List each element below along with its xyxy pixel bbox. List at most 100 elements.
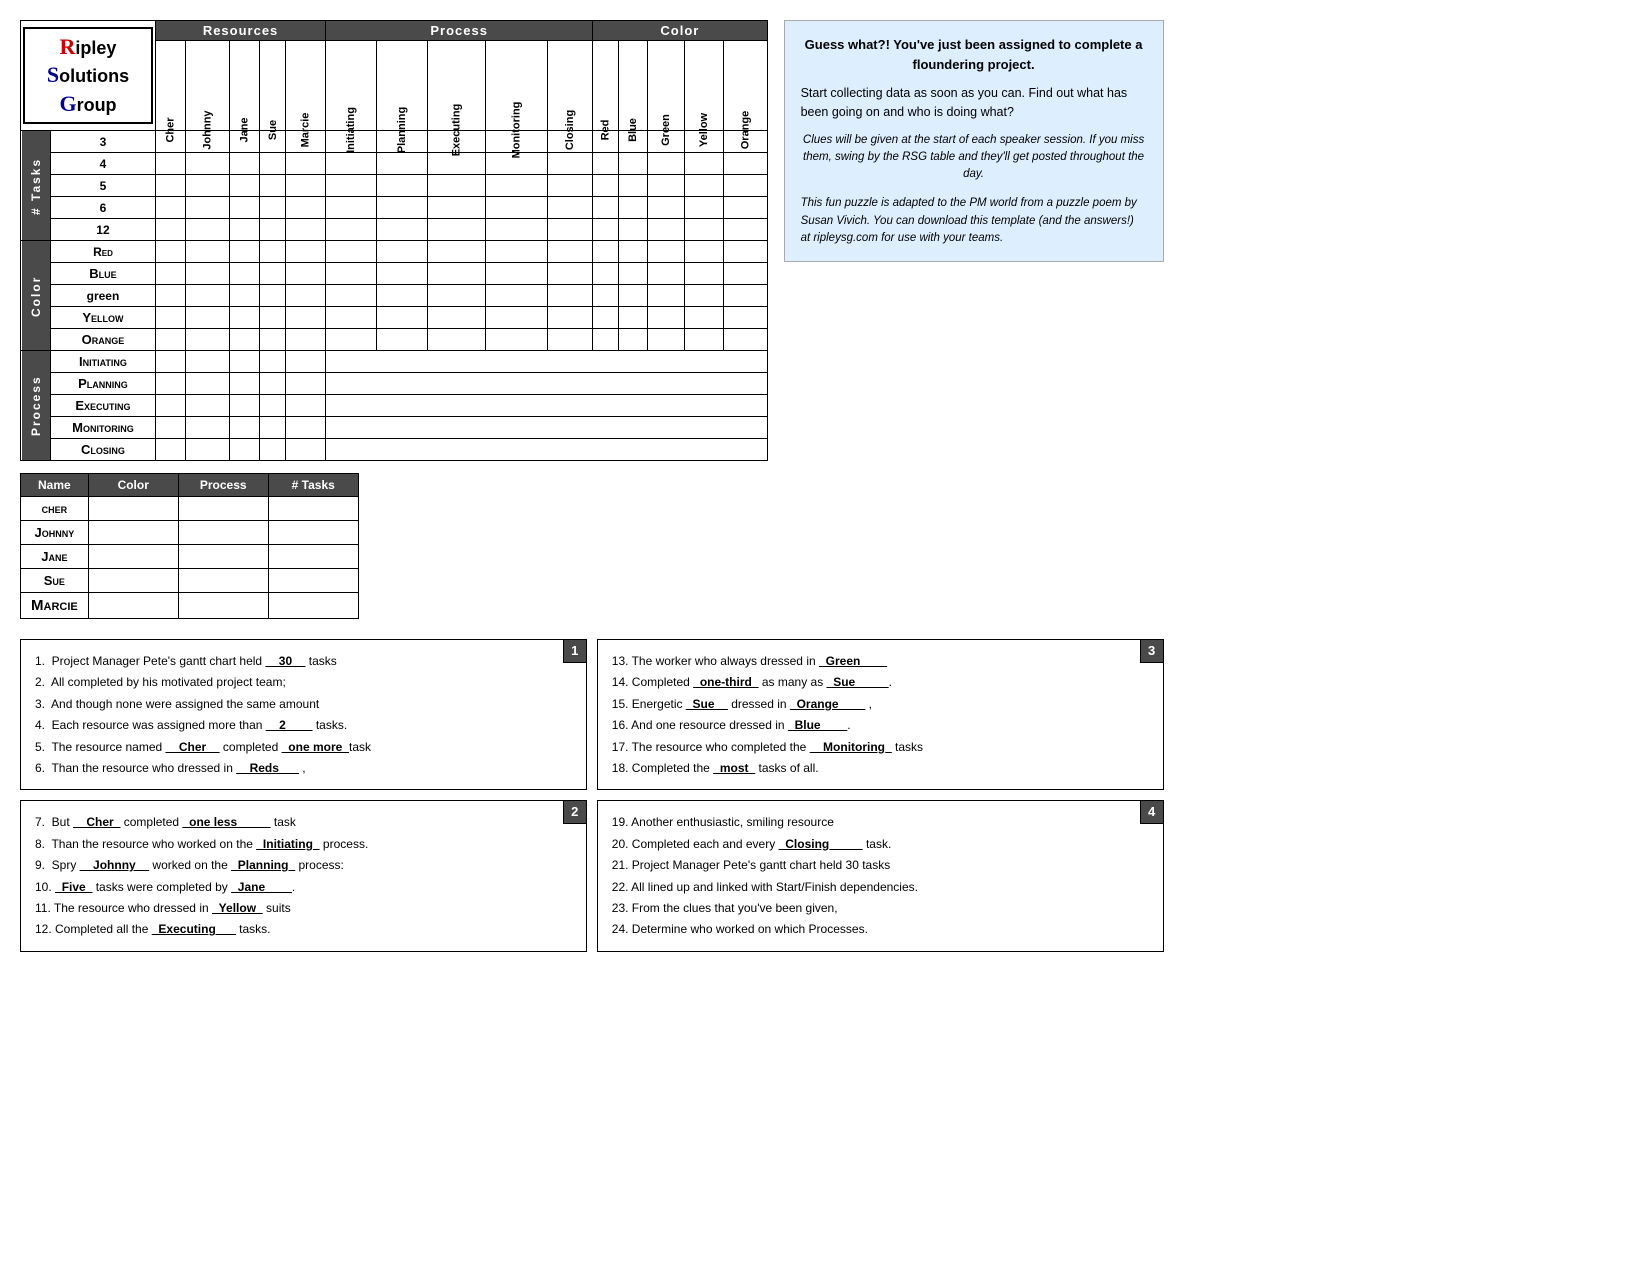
- cell: [326, 175, 377, 197]
- row-label-3: 3: [50, 131, 155, 153]
- clue-number-4: 4: [1140, 800, 1164, 824]
- table-row: Executing: [21, 395, 768, 417]
- cell: [286, 329, 326, 351]
- cell: [156, 395, 186, 417]
- cell: [230, 285, 260, 307]
- cell: [619, 329, 648, 351]
- info-box: Guess what?! You've just been assigned t…: [784, 20, 1164, 262]
- summary-name-jane: Jane: [21, 545, 89, 569]
- summary-row-marcie: Marcie: [21, 593, 359, 619]
- cell: [376, 219, 427, 241]
- header-resources: Resources: [156, 21, 326, 41]
- col-orange: Orange: [724, 41, 768, 131]
- col-marcie: Marcie: [286, 41, 326, 131]
- cell: [724, 219, 768, 241]
- logo-r: R: [60, 34, 76, 59]
- row-label-planning: Planning: [50, 373, 155, 395]
- cell: [547, 241, 592, 263]
- summary-color-jane: [88, 545, 178, 569]
- table-row: 4: [21, 153, 768, 175]
- summary-row-johnny: Johnny: [21, 521, 359, 545]
- logo: Ripley Solutions Group: [23, 27, 153, 125]
- cell: [485, 175, 547, 197]
- summary-color-johnny: [88, 521, 178, 545]
- cell: [260, 197, 286, 219]
- cell: [485, 285, 547, 307]
- cell: [428, 175, 486, 197]
- header-color: Color: [593, 21, 767, 41]
- cell: [619, 153, 648, 175]
- cell: [619, 307, 648, 329]
- clue-line: 9. Spry __Johnny__ worked on the _Planni…: [35, 855, 572, 875]
- cell: [724, 307, 768, 329]
- cell: [619, 241, 648, 263]
- cell: [326, 285, 377, 307]
- cell: [619, 263, 648, 285]
- summary-row-jane: Jane: [21, 545, 359, 569]
- col-monitoring: Monitoring: [485, 41, 547, 131]
- cell: [593, 175, 619, 197]
- cell: [230, 175, 260, 197]
- clue-line: 21. Project Manager Pete's gantt chart h…: [612, 855, 1149, 875]
- table-row: Closing: [21, 439, 768, 461]
- cell: [684, 329, 723, 351]
- cell: [724, 175, 768, 197]
- row-label-yellow: Yellow: [50, 307, 155, 329]
- table-row: Orange: [21, 329, 768, 351]
- cell: [286, 241, 326, 263]
- cell: [230, 351, 260, 373]
- cell: [156, 153, 186, 175]
- cell: [230, 241, 260, 263]
- cell: [286, 351, 326, 373]
- row-label-4: 4: [50, 153, 155, 175]
- info-title: Guess what?! You've just been assigned t…: [801, 35, 1147, 74]
- cell: [684, 263, 723, 285]
- summary-process-jane: [178, 545, 268, 569]
- clue-number-2: 2: [563, 800, 587, 824]
- cell: [156, 175, 186, 197]
- summary-process-johnny: [178, 521, 268, 545]
- table-row: Process Initiating: [21, 351, 768, 373]
- cell: [684, 285, 723, 307]
- col-blue: Blue: [619, 41, 648, 131]
- summary-row-sue: Sue: [21, 569, 359, 593]
- cell: [684, 197, 723, 219]
- cell: [186, 417, 230, 439]
- row-label-5: 5: [50, 175, 155, 197]
- row-label-monitoring: Monitoring: [50, 417, 155, 439]
- cell: [230, 153, 260, 175]
- cell: [260, 175, 286, 197]
- cell: [485, 263, 547, 285]
- cell: [326, 263, 377, 285]
- cell: [230, 439, 260, 461]
- cell: [684, 307, 723, 329]
- clue-line: 19. Another enthusiastic, smiling resour…: [612, 812, 1149, 832]
- cell: [186, 395, 230, 417]
- cell: [428, 307, 486, 329]
- cell: [376, 153, 427, 175]
- clue-section: 1 1. Project Manager Pete's gantt chart …: [20, 639, 1164, 952]
- empty-spacer: [326, 373, 767, 395]
- cell: [547, 153, 592, 175]
- logo-cell: Ripley Solutions Group: [21, 21, 156, 131]
- cell: [485, 219, 547, 241]
- cell: [230, 307, 260, 329]
- cell: [376, 175, 427, 197]
- summary-header-name: Name: [21, 474, 89, 497]
- row-label-12: 12: [50, 219, 155, 241]
- clue-line: 3. And though none were assigned the sam…: [35, 694, 572, 714]
- table-row: Monitoring: [21, 417, 768, 439]
- cell: [186, 175, 230, 197]
- cell: [547, 219, 592, 241]
- cell: [260, 373, 286, 395]
- cell: [648, 329, 685, 351]
- summary-tasks-johnny: [268, 521, 358, 545]
- clue-line: 14. Completed _one-third_ as many as _Su…: [612, 672, 1149, 692]
- logo-line1: ipley: [75, 38, 116, 58]
- cell: [619, 285, 648, 307]
- table-row: Planning: [21, 373, 768, 395]
- cell: [230, 263, 260, 285]
- cell: [485, 329, 547, 351]
- clue-line: 7. But __Cher_ completed _one less_____ …: [35, 812, 572, 832]
- cell: [286, 219, 326, 241]
